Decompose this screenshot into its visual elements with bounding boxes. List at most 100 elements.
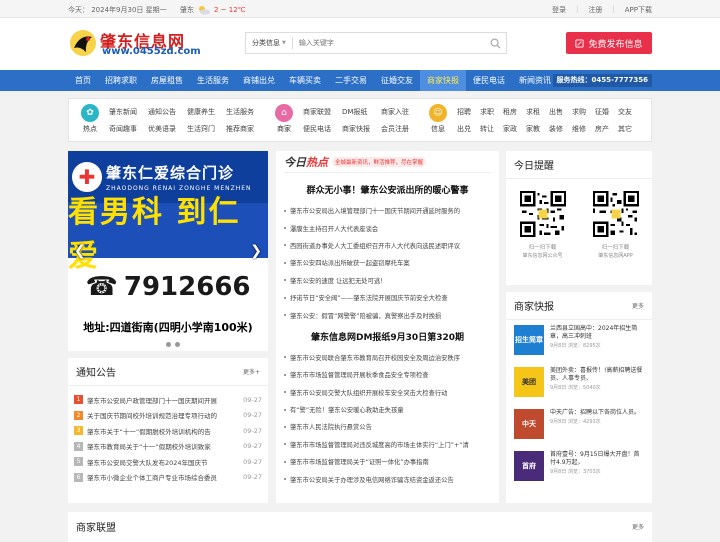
notice-more-link[interactable]: 更多+ [243, 367, 260, 376]
category-link[interactable]: 求职 [480, 107, 498, 118]
carousel-dot[interactable] [174, 342, 180, 347]
news-list: 肇东市公安局出入境管理部门十一国庆节期间开通延时服务的 瀑膜生主持召开人大代表座… [284, 202, 491, 324]
category-link[interactable]: 家政 [503, 124, 521, 135]
ad-banner-carousel[interactable]: ✚ 肇东仁爱综合门诊 ZHAODONG RENAI ZONGHE MENZHEN… [68, 151, 268, 351]
category-link[interactable]: 通知公告 [148, 107, 181, 118]
news-item[interactable]: 肇东公安四站派出所破获一起盗窃摩托车案 [284, 254, 491, 271]
nav-item-secondhand[interactable]: 二手交易 [328, 70, 374, 91]
category-group-hot: ✿ 热点 肇东新闻 通知公告 健康养生 生活服务 奇闻趣事 优美语录 生活窍门 … [77, 104, 259, 134]
category-link[interactable]: 奇闻趣事 [109, 124, 142, 135]
category-link[interactable]: 房产 [595, 124, 613, 135]
news-item[interactable]: 肇东公安：假冒“网警警”陪被骗，真警察出手及时挽损 [284, 306, 491, 323]
hot-news-tag: 全城最新资讯，鲜活推荐，尽在掌握 [332, 156, 427, 167]
notice-item[interactable]: 6 肇东市小微企业个体工商户专业市场综合委员 09-27 [74, 470, 262, 486]
app-download-link[interactable]: APP下载 [625, 5, 652, 15]
site-logo[interactable]: 肇东信息网 www.0455zd.com [68, 26, 201, 62]
login-link[interactable]: 登录 [552, 5, 566, 15]
nav-item-phonebook[interactable]: 便民电话 [466, 70, 512, 91]
news-item[interactable]: 肇东市市场监督管理局对违反城度高的市场主体实行“上门”+“清 [284, 436, 491, 453]
news-item[interactable]: 肇东市公安局联合肇东市教育局召开校园安全及周边治安秩序 [284, 349, 491, 366]
category-link[interactable]: 家教 [526, 124, 544, 135]
notice-item[interactable]: 4 肇东市教育局关于“十一”假期校外培训致家 09-27 [74, 439, 262, 455]
carousel-dot[interactable] [156, 342, 162, 347]
category-link[interactable]: 其它 [618, 124, 636, 135]
news-item[interactable]: 瀑膜生主持召开人大代表座谈会 [284, 219, 491, 236]
nav-item-news[interactable]: 新闻资讯 [512, 70, 558, 91]
logo-part: 今日 [284, 155, 306, 169]
search-button[interactable] [484, 33, 506, 53]
carousel-next-icon[interactable]: ❯ [250, 243, 262, 259]
category-link[interactable]: 求购 [572, 107, 590, 118]
news-item[interactable]: 肇东公安的速度 让远犯无处可逃！ [284, 272, 491, 289]
news-item[interactable]: 肇东市市场监督管理局开展秋季食品安全专项检查 [284, 366, 491, 383]
merchant-item[interactable]: 美团 美团外卖：喜报传！!高薪招聘送餐员、人事专员、 9月8日 浏览：5040次 [514, 367, 644, 404]
category-link[interactable]: 商家入驻 [381, 107, 414, 118]
merchant-thumb: 美团 [514, 367, 544, 397]
news-item[interactable]: 肇东市公安局出入境管理部门十一国庆节期间开通延时服务的 [284, 202, 491, 219]
category-link[interactable]: 交友 [618, 107, 636, 118]
category-link[interactable]: 招聘 [457, 107, 475, 118]
category-link[interactable]: 转让 [480, 124, 498, 135]
news-item[interactable]: 抒诺节日“安全阀”——肇东法院开展国庆节前安全大检查 [284, 289, 491, 306]
category-link[interactable]: 出售 [549, 107, 567, 118]
nav-item-cars[interactable]: 车辆买卖 [282, 70, 328, 91]
category-link[interactable]: DM报纸 [342, 107, 375, 118]
nav-item-shops[interactable]: 商铺出兑 [236, 70, 282, 91]
news-item[interactable]: 有“警”无险！肇东公安暖心救助走失孩童 [284, 401, 491, 418]
category-link[interactable]: 装修 [549, 124, 567, 135]
carousel-dot[interactable] [165, 342, 171, 347]
merchant-item[interactable]: 招生简章 兰西县立国高中：2024年招生简章，高三冲刺班 9月8日 浏览：8295… [514, 325, 644, 362]
notice-date: 09-27 [243, 426, 262, 435]
category-badge-hot[interactable]: ✿ 热点 [77, 104, 103, 134]
category-link[interactable]: 商家快报 [342, 124, 375, 135]
qr-caption: 扫一扫下载 [528, 245, 557, 251]
merchant-union-more-link[interactable]: 更多 [632, 522, 644, 531]
category-link[interactable]: 优美语录 [148, 124, 181, 135]
category-link[interactable]: 征婚 [595, 107, 613, 118]
category-link[interactable]: 商家联盟 [303, 107, 336, 118]
nav-item-home[interactable]: 首页 [68, 70, 98, 91]
category-link[interactable]: 会员注册 [381, 124, 414, 135]
merchant-item[interactable]: 中天 中天广告：招聘以下各岗位人员。 9月8日 浏览：4293次 [514, 409, 644, 446]
merchant-item[interactable]: 首府 首府壹号：9月15日爆大开盘！首付4.9万起， 9月8日 浏览：3703次 [514, 451, 644, 488]
merchant-news-panel: 商家快报 更多 招生简章 兰西县立国高中：2024年招生简章，高三冲刺班 9月8日… [506, 292, 652, 503]
publish-button[interactable]: 免费发布信息 [566, 32, 652, 54]
news-headline[interactable]: 肇东信息网DM报纸9月30日第320期 [284, 330, 491, 343]
category-link[interactable]: 出兑 [457, 124, 475, 135]
news-item[interactable]: 肇东市人民法院执行悬赏公告 [284, 418, 491, 435]
news-item[interactable]: 肇东市公安局交警大队组织开展校车安全突击大检查行动 [284, 384, 491, 401]
news-item[interactable]: 西园街道办事处人大工委组织召开市人大代表向选民述职评议 [284, 237, 491, 254]
qr-codes: 扫一扫下载 肇东信息网公众号 扫一扫下载 肇东信息网APP [506, 179, 652, 259]
category-link[interactable]: 生活窍门 [187, 124, 220, 135]
nav-item-dating[interactable]: 征婚交友 [374, 70, 420, 91]
news-item[interactable]: 肇东市公安局关于办理涉及电信网络诈骗冻结资金返还公告 [284, 470, 491, 487]
category-link[interactable]: 肇东新闻 [109, 107, 142, 118]
category-badge-info[interactable]: ☺ 信息 [425, 104, 451, 134]
merchant-news-more-link[interactable]: 更多 [632, 301, 644, 310]
search-input[interactable] [292, 39, 484, 47]
notice-item[interactable]: 1 肇东市公安局户政管理部门十一国庆期间开展 09-27 [74, 392, 262, 408]
carousel-prev-icon[interactable]: ❮ [74, 243, 86, 259]
notice-item[interactable]: 3 肇东市关于“十一”假期脱校外培训机构的告 09-27 [74, 423, 262, 439]
nav-item-merchant-news[interactable]: 商家快报 [420, 70, 466, 91]
qr-caption: 肇东信息网APP [598, 253, 633, 259]
category-badge-shop[interactable]: ⌂ 商家 [271, 104, 297, 134]
register-link[interactable]: 注册 [588, 5, 602, 15]
category-link[interactable]: 推荐商家 [226, 124, 259, 135]
news-item[interactable]: 肇东市市场监督管理局关于“证照一体化”办事指南 [284, 453, 491, 470]
category-link[interactable]: 求租 [526, 107, 544, 118]
news-headline[interactable]: 群众无小事！肇东公安派出所的暖心警事 [284, 183, 491, 196]
nav-item-housing[interactable]: 房屋租售 [144, 70, 190, 91]
nav-item-services[interactable]: 生活服务 [190, 70, 236, 91]
qr-app: 扫一扫下载 肇东信息网APP [592, 191, 639, 259]
search-category-select[interactable]: 分类信息 ▼ [246, 37, 293, 49]
notice-text: 肇东市教育局关于“十一”假期校外培训致家 [87, 443, 211, 452]
notice-item[interactable]: 5 肇东市公安局交警大队发布2024年国庆节 09-27 [74, 454, 262, 470]
category-link[interactable]: 健康养生 [187, 107, 220, 118]
nav-item-jobs[interactable]: 招聘求职 [98, 70, 144, 91]
notice-item[interactable]: 2 关于国庆节期间校外培训规范治理专项行动的 09-27 [74, 408, 262, 424]
category-link[interactable]: 维修 [572, 124, 590, 135]
category-link[interactable]: 租房 [503, 107, 521, 118]
category-link[interactable]: 生活服务 [226, 107, 259, 118]
category-link[interactable]: 便民电话 [303, 124, 336, 135]
